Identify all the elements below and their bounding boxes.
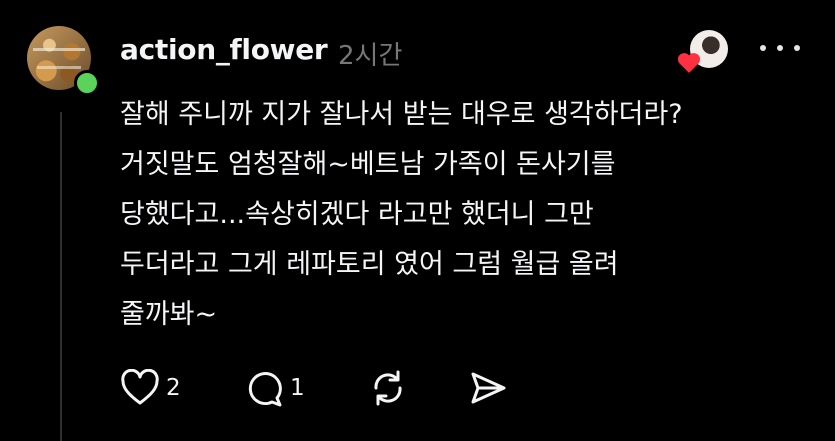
heart-icon (121, 369, 159, 405)
post-body-line: 잘해 주니까 지가 잘나서 받는 대우로 생각하더라? (120, 99, 683, 130)
repost-icon (374, 370, 402, 406)
more-dot (760, 45, 766, 51)
avatar-decoration (37, 66, 81, 69)
post-timestamp: 2시간 (338, 41, 403, 71)
like-button[interactable]: 2 (120, 365, 181, 411)
more-icon[interactable] (760, 38, 800, 58)
liked-heart-icon (677, 53, 701, 73)
post-body: 잘해 주니까 지가 잘나서 받는 대우로 생각하더라? 거짓말도 엄청잘해~베트… (120, 90, 810, 340)
post-body-line: 거짓말도 엄청잘해~베트남 가족이 돈사기를 (120, 149, 616, 180)
send-icon (471, 372, 506, 404)
comment-button[interactable]: 1 (244, 365, 305, 411)
more-dot (794, 45, 800, 51)
post-body-line: 두더라고 그게 레파토리 였어 그럼 월급 올려 (120, 249, 619, 280)
share-button[interactable] (468, 365, 508, 411)
comment-icon (248, 372, 282, 407)
repost-button[interactable] (368, 365, 408, 411)
like-count: 2 (166, 375, 181, 401)
avatar-decoration (33, 48, 85, 51)
comment-count: 1 (290, 375, 305, 401)
post-body-line: 당했다고...속상히겠다 라고만 했더니 그만 (120, 199, 594, 230)
more-dot (777, 45, 783, 51)
thread-connector-line (60, 112, 62, 441)
online-status-dot (74, 70, 100, 96)
author-username[interactable]: action_flower (120, 33, 328, 66)
post-body-line: 줄까봐~ (120, 299, 218, 330)
thread-post: action_flower 2시간 잘해 주니까 지가 잘나서 받는 대우로 생… (0, 0, 835, 441)
